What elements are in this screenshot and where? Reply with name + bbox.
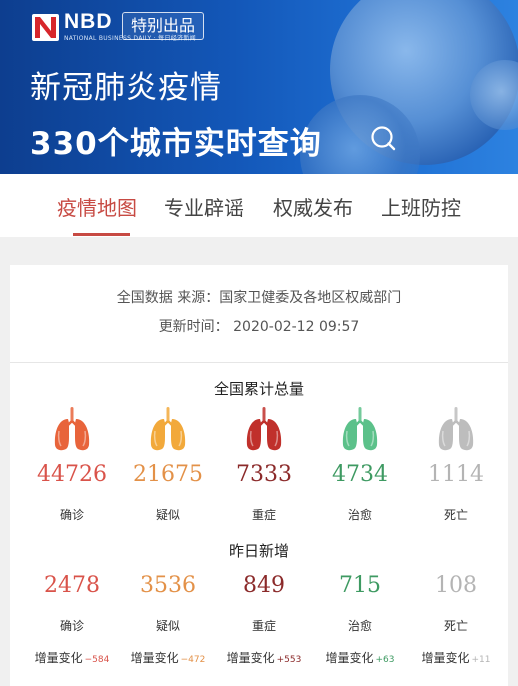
new-value: 715 bbox=[339, 573, 381, 598]
change-indicator: 增量变化 +553 bbox=[214, 649, 314, 666]
total-value: 44726 bbox=[37, 462, 107, 487]
totals-title: 全国累计总量 bbox=[213, 380, 304, 398]
lung-icon bbox=[436, 405, 476, 453]
new-value: 3536 bbox=[140, 573, 196, 598]
total-value: 21675 bbox=[133, 462, 203, 487]
active-tab-indicator bbox=[73, 233, 130, 236]
lung-icon bbox=[340, 405, 380, 453]
total-value: 7333 bbox=[236, 462, 292, 487]
new-label: 确诊 bbox=[59, 619, 84, 633]
tab-bar: 疫情地图 专业辟谣 权威发布 上班防控 bbox=[0, 174, 518, 237]
change-delta: +63 bbox=[375, 655, 395, 665]
tab-official-release[interactable]: 权威发布 bbox=[273, 192, 353, 221]
change-label: 增量变化 bbox=[421, 651, 470, 665]
new-label: 疑似 bbox=[155, 619, 180, 633]
tab-epidemic-map[interactable]: 疫情地图 bbox=[57, 192, 137, 221]
header-banner: NBD NATIONAL BUSINESS DAILY · 每日经济新闻 特别出… bbox=[0, 0, 518, 174]
divider bbox=[10, 362, 508, 363]
tab-rumor-debunk[interactable]: 专业辟谣 bbox=[164, 192, 244, 221]
stats-card: 全国数据 来源：国家卫健委及各地区权威部门 更新时间： 2020-02-12 0… bbox=[10, 265, 508, 686]
change-indicator: 增量变化 +63 bbox=[310, 649, 410, 666]
new-label: 治愈 bbox=[347, 619, 372, 633]
total-label: 重症 bbox=[251, 508, 276, 522]
total-label: 死亡 bbox=[443, 508, 468, 522]
lung-icon bbox=[52, 405, 92, 453]
change-delta: +553 bbox=[276, 655, 302, 665]
update-time: 更新时间： 2020-02-12 09:57 bbox=[158, 319, 360, 335]
new-value: 2478 bbox=[44, 573, 100, 598]
nbd-logo-icon bbox=[32, 14, 59, 41]
banner-title: 新冠肺炎疫情 bbox=[30, 70, 222, 106]
new-value: 849 bbox=[243, 573, 285, 598]
total-label: 确诊 bbox=[59, 508, 84, 522]
total-label: 疑似 bbox=[155, 508, 180, 522]
banner-subtitle: 330个城市实时查询 bbox=[30, 126, 322, 162]
total-value: 1114 bbox=[428, 462, 484, 487]
change-label: 增量变化 bbox=[130, 651, 179, 665]
total-label: 治愈 bbox=[347, 508, 372, 522]
change-label: 增量变化 bbox=[34, 651, 83, 665]
change-delta: +11 bbox=[471, 655, 491, 665]
search-icon[interactable] bbox=[368, 123, 398, 153]
change-label: 增量变化 bbox=[325, 651, 374, 665]
yesterday-title: 昨日新增 bbox=[228, 542, 289, 560]
change-indicator: 增量变化 −472 bbox=[118, 649, 218, 666]
change-label: 增量变化 bbox=[226, 651, 275, 665]
new-label: 重症 bbox=[251, 619, 276, 633]
new-value: 108 bbox=[435, 573, 477, 598]
lung-icon bbox=[148, 405, 188, 453]
special-badge: 特别出品 bbox=[122, 12, 205, 40]
change-delta: −472 bbox=[180, 655, 206, 665]
new-label: 死亡 bbox=[443, 619, 468, 633]
logo-text: NBD bbox=[64, 10, 113, 33]
change-indicator: 增量变化 −584 bbox=[22, 649, 122, 666]
tab-work-prevention[interactable]: 上班防控 bbox=[381, 192, 461, 221]
data-source: 全国数据 来源：国家卫健委及各地区权威部门 bbox=[116, 290, 402, 306]
change-indicator: 增量变化 +11 bbox=[406, 649, 506, 666]
lung-icon bbox=[244, 405, 284, 453]
change-delta: −584 bbox=[84, 655, 110, 665]
total-value: 4734 bbox=[332, 462, 388, 487]
